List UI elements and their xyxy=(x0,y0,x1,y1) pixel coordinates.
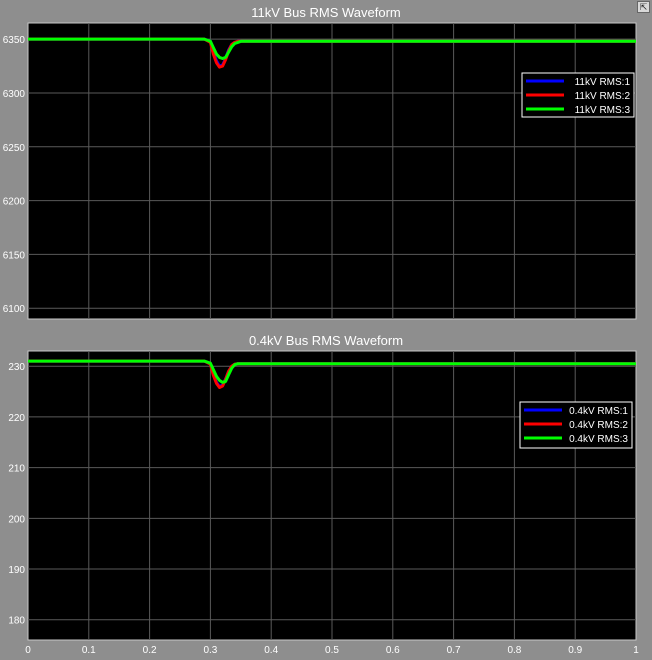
legend-label: 11kV RMS:2 xyxy=(575,91,631,102)
x-tick-label: 0.3 xyxy=(203,645,217,656)
y-tick-label: 210 xyxy=(8,464,25,475)
legend-label: 0.4kV RMS:1 xyxy=(569,406,628,417)
legend-label: 11kV RMS:1 xyxy=(575,77,631,88)
x-tick-label: 0.4 xyxy=(264,645,278,656)
x-tick-label: 0.6 xyxy=(386,645,400,656)
legend-label: 0.4kV RMS:3 xyxy=(569,434,628,445)
legend-label: 11kV RMS:3 xyxy=(575,105,631,116)
y-tick-label: 6200 xyxy=(3,197,26,208)
y-tick-label: 190 xyxy=(8,565,25,576)
x-tick-label: 1 xyxy=(633,645,639,656)
y-tick-label: 6250 xyxy=(3,143,26,154)
y-tick-label: 6300 xyxy=(3,89,26,100)
x-tick-label: 0.9 xyxy=(568,645,582,656)
y-tick-label: 6150 xyxy=(3,250,26,261)
y-tick-label: 220 xyxy=(8,413,25,424)
x-tick-label: 0.2 xyxy=(143,645,157,656)
y-tick-label: 200 xyxy=(8,514,25,525)
x-tick-label: 0.8 xyxy=(507,645,521,656)
scope-window: ⇱ 11kV Bus RMS Waveform 0.4kV Bus RMS Wa… xyxy=(0,0,652,660)
y-tick-label: 180 xyxy=(8,616,25,627)
x-tick-label: 0.7 xyxy=(447,645,461,656)
x-tick-label: 0 xyxy=(25,645,31,656)
y-tick-label: 6350 xyxy=(3,35,26,46)
y-tick-label: 230 xyxy=(8,362,25,373)
x-tick-label: 0.5 xyxy=(325,645,339,656)
y-tick-label: 6100 xyxy=(3,304,26,315)
x-tick-label: 0.1 xyxy=(82,645,96,656)
scope-chart-area: 6100 6150 6200 6250 6300 6350 11kV RMS:1 11kV R… xyxy=(3,22,639,656)
legend-label: 0.4kV RMS:2 xyxy=(569,420,628,431)
